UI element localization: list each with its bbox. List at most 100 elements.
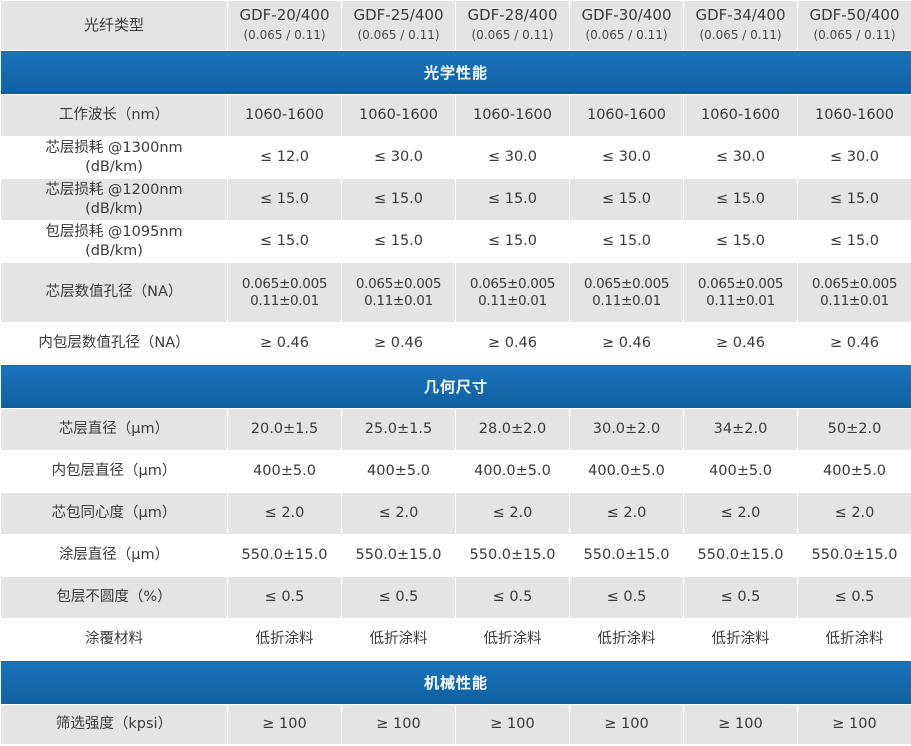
column-name: GDF-20/400 bbox=[239, 6, 330, 24]
table-cell: 550.0±15.0 bbox=[569, 534, 684, 577]
table-cell: ≤ 15.0 bbox=[455, 220, 570, 263]
row-label: 工作波长（nm） bbox=[0, 94, 228, 137]
table-row: 包层不圆度（%） ≤ 0.5 ≤ 0.5 ≤ 0.5 ≤ 0.5 ≤ 0.5 ≤… bbox=[0, 576, 911, 619]
column-name: GDF-34/400 bbox=[695, 6, 786, 24]
table-cell: ≤ 15.0 bbox=[341, 178, 456, 221]
clad-na-value: 0.11±0.01 bbox=[706, 292, 775, 309]
table-cell: ≤ 15.0 bbox=[683, 220, 798, 263]
row-label-line: 包层损耗 @1095nm bbox=[45, 223, 183, 240]
clad-na-value: 0.11±0.01 bbox=[820, 292, 889, 309]
table-row: 内包层直径（μm） 400±5.0 400±5.0 400.0±5.0 400.… bbox=[0, 450, 911, 493]
table-cell: ≤ 0.5 bbox=[455, 576, 570, 619]
table-row: 芯层损耗 @1200nm (dB/km) ≤ 15.0 ≤ 15.0 ≤ 15.0… bbox=[0, 178, 911, 221]
table-cell: 0.065±0.005 0.11±0.01 bbox=[683, 262, 798, 323]
row-label: 涂层直径（μm） bbox=[0, 534, 228, 577]
table-row: 芯包同心度（μm） ≤ 2.0 ≤ 2.0 ≤ 2.0 ≤ 2.0 ≤ 2.0 … bbox=[0, 492, 911, 535]
table-cell: ≤ 0.5 bbox=[341, 576, 456, 619]
table-cell: ≥ 0.46 bbox=[455, 322, 570, 365]
row-label: 内包层数值孔径（NA） bbox=[0, 322, 228, 365]
table-cell: 550.0±15.0 bbox=[683, 534, 798, 577]
table-cell: 34±2.0 bbox=[683, 408, 798, 451]
row-label-unit: (dB/km) bbox=[85, 200, 143, 217]
table-cell: 1060-1600 bbox=[569, 94, 684, 137]
column-name: GDF-25/400 bbox=[353, 6, 444, 24]
section-title: 机械性能 bbox=[0, 660, 911, 705]
table-cell: ≤ 15.0 bbox=[569, 220, 684, 263]
table-cell: 低折涂料 bbox=[455, 618, 570, 661]
table-cell: 400.0±5.0 bbox=[569, 450, 684, 493]
row-label-line: 芯层损耗 @1200nm bbox=[45, 181, 183, 198]
table-row: 涂覆材料 低折涂料 低折涂料 低折涂料 低折涂料 低折涂料 低折涂料 bbox=[0, 618, 911, 661]
table-cell: 550.0±15.0 bbox=[797, 534, 911, 577]
column-name: GDF-30/400 bbox=[581, 6, 672, 24]
table-cell: 1060-1600 bbox=[683, 94, 798, 137]
section-header-mechanical: 机械性能 bbox=[0, 660, 911, 705]
table-cell: 400±5.0 bbox=[683, 450, 798, 493]
table-cell: 低折涂料 bbox=[797, 618, 911, 661]
table-cell: ≤ 12.0 bbox=[227, 136, 342, 179]
table-cell: ≤ 2.0 bbox=[455, 492, 570, 535]
column-name: GDF-28/400 bbox=[467, 6, 558, 24]
clad-na-value: 0.11±0.01 bbox=[478, 292, 547, 309]
column-header: GDF-34/400 (0.065 / 0.11) bbox=[683, 0, 798, 51]
table-cell: 低折涂料 bbox=[683, 618, 798, 661]
table-cell: 低折涂料 bbox=[569, 618, 684, 661]
table-cell: ≥ 100 bbox=[569, 704, 684, 745]
table-cell: ≤ 15.0 bbox=[569, 178, 684, 221]
table-row: 芯层损耗 @1300nm (dB/km) ≤ 12.0 ≤ 30.0 ≤ 30.0… bbox=[0, 136, 911, 179]
section-header-optical: 光学性能 bbox=[0, 50, 911, 95]
core-na-value: 0.065±0.005 bbox=[469, 275, 556, 292]
column-name: GDF-50/400 bbox=[809, 6, 900, 24]
row-label: 内包层直径（μm） bbox=[0, 450, 228, 493]
row-label: 包层损耗 @1095nm (dB/km) bbox=[0, 220, 228, 263]
table-cell: ≤ 2.0 bbox=[227, 492, 342, 535]
table-cell: 550.0±15.0 bbox=[341, 534, 456, 577]
table-row: 芯层数值孔径（NA） 0.065±0.005 0.11±0.01 0.065±0.… bbox=[0, 262, 911, 323]
table-cell: ≤ 0.5 bbox=[227, 576, 342, 619]
table-cell: ≤ 15.0 bbox=[683, 178, 798, 221]
table-cell: 25.0±1.5 bbox=[341, 408, 456, 451]
row-label: 芯层损耗 @1300nm (dB/km) bbox=[0, 136, 228, 179]
column-na: (0.065 / 0.11) bbox=[243, 28, 326, 42]
row-label: 芯层直径（μm） bbox=[0, 408, 228, 451]
table-cell: ≤ 30.0 bbox=[797, 136, 911, 179]
table-row: 内包层数值孔径（NA） ≥ 0.46 ≥ 0.46 ≥ 0.46 ≥ 0.46 … bbox=[0, 322, 911, 365]
table-cell: 550.0±15.0 bbox=[455, 534, 570, 577]
table-cell: ≤ 15.0 bbox=[341, 220, 456, 263]
table-cell: 0.065±0.005 0.11±0.01 bbox=[797, 262, 911, 323]
clad-na-value: 0.11±0.01 bbox=[592, 292, 661, 309]
column-header: GDF-25/400 (0.065 / 0.11) bbox=[341, 0, 456, 51]
table-cell: ≤ 2.0 bbox=[797, 492, 911, 535]
section-header-geometry: 几何尺寸 bbox=[0, 364, 911, 409]
table-cell: 50±2.0 bbox=[797, 408, 911, 451]
section-title: 光学性能 bbox=[0, 50, 911, 95]
row-label: 包层不圆度（%） bbox=[0, 576, 228, 619]
table-cell: ≤ 30.0 bbox=[455, 136, 570, 179]
row-label: 芯层数值孔径（NA） bbox=[0, 262, 228, 323]
table-cell: ≥ 100 bbox=[227, 704, 342, 745]
row-label: 芯包同心度（μm） bbox=[0, 492, 228, 535]
column-na: (0.065 / 0.11) bbox=[813, 28, 896, 42]
table-cell: 1060-1600 bbox=[227, 94, 342, 137]
core-na-value: 0.065±0.005 bbox=[355, 275, 442, 292]
table-cell: 30.0±2.0 bbox=[569, 408, 684, 451]
section-title: 几何尺寸 bbox=[0, 364, 911, 409]
table-cell: 1060-1600 bbox=[341, 94, 456, 137]
table-cell: 400±5.0 bbox=[341, 450, 456, 493]
table-cell: ≤ 15.0 bbox=[797, 220, 911, 263]
row-label: 筛选强度（kpsi） bbox=[0, 704, 228, 745]
table-cell: 0.065±0.005 0.11±0.01 bbox=[341, 262, 456, 323]
table-cell: ≤ 30.0 bbox=[569, 136, 684, 179]
table-cell: 400±5.0 bbox=[797, 450, 911, 493]
table-cell: 20.0±1.5 bbox=[227, 408, 342, 451]
table-cell: ≥ 0.46 bbox=[683, 322, 798, 365]
table-row: 芯层直径（μm） 20.0±1.5 25.0±1.5 28.0±2.0 30.0… bbox=[0, 408, 911, 451]
table-cell: ≤ 15.0 bbox=[455, 178, 570, 221]
table-cell: ≤ 15.0 bbox=[797, 178, 911, 221]
table-cell: ≥ 100 bbox=[797, 704, 911, 745]
table-cell: ≤ 15.0 bbox=[227, 220, 342, 263]
table-cell: ≥ 100 bbox=[341, 704, 456, 745]
row-label-unit: (dB/km) bbox=[85, 158, 143, 175]
column-na: (0.065 / 0.11) bbox=[585, 28, 668, 42]
table-cell: 1060-1600 bbox=[797, 94, 911, 137]
